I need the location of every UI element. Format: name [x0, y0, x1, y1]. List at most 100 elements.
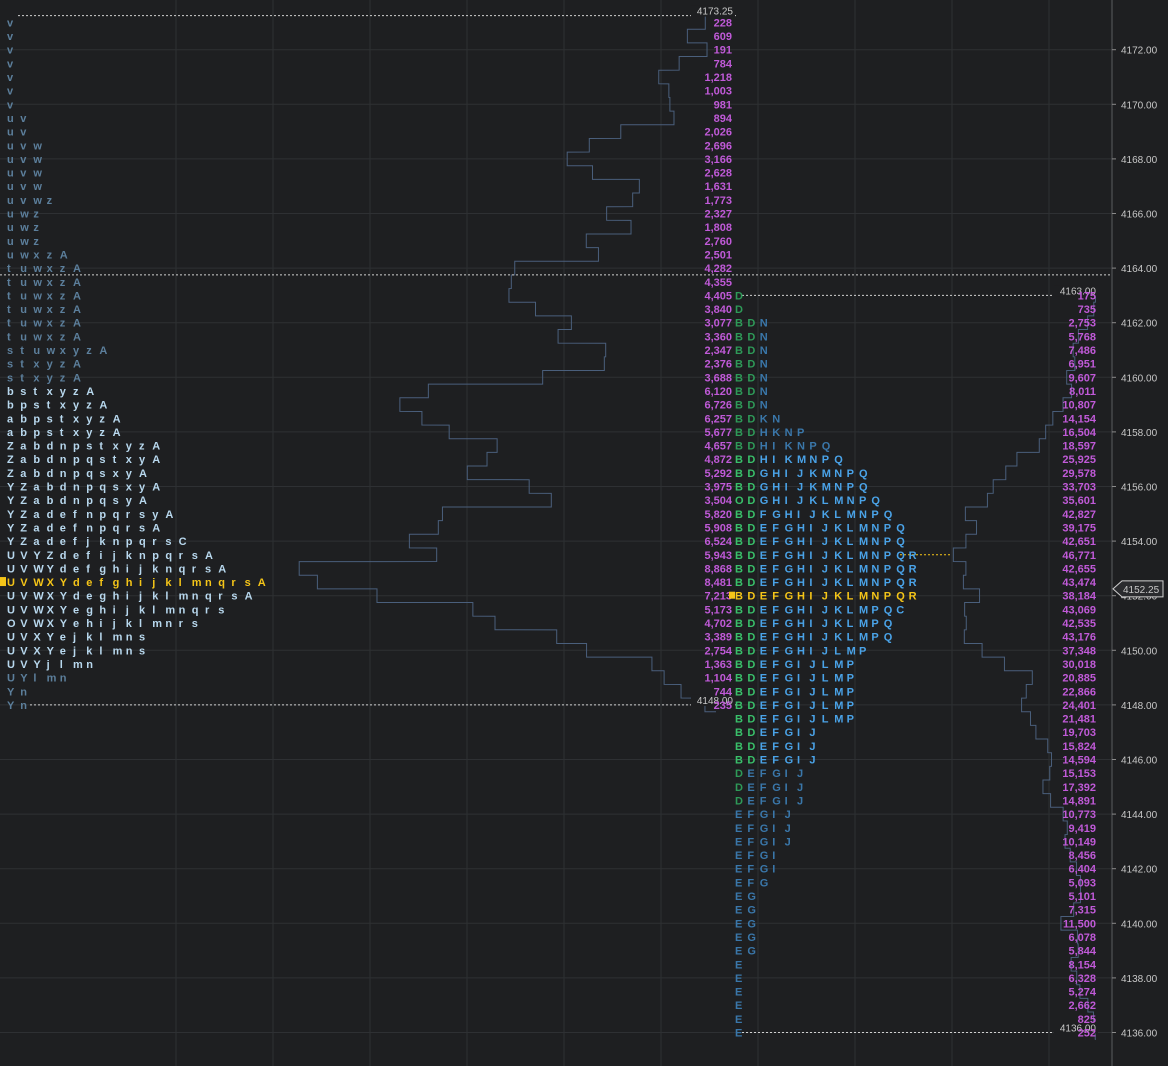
tpo-letter: Y: [7, 700, 15, 712]
tpo-letter: I: [797, 509, 800, 521]
tpo-letter: B: [735, 441, 743, 453]
tpo-letter: A: [86, 386, 94, 398]
tpo-letter: t: [20, 345, 24, 357]
volume-label: 11,500: [1063, 918, 1096, 930]
tpo-letter: J: [809, 509, 815, 521]
tpo-letter: Q: [896, 536, 905, 548]
tpo-letter: x: [126, 454, 133, 466]
tpo-letter: z: [86, 345, 92, 357]
tpo-letter: Y: [7, 509, 15, 521]
market-profile-chart[interactable]: 4173.254148.004163.004136.00 v 228v 609v 19…: [0, 0, 1168, 1066]
tpo-letter: r: [205, 604, 210, 616]
tpo-letter: d: [47, 536, 54, 548]
tpo-letter: U: [7, 604, 15, 616]
tpo-letter: D: [747, 618, 755, 630]
tpo-letter: D: [747, 400, 755, 412]
volume-label: 5,844: [1068, 946, 1096, 958]
tpo-letter: J: [822, 591, 828, 603]
tpo-letter: m: [47, 673, 57, 685]
tpo-letter: G: [785, 618, 794, 630]
volume-label: 17,392: [1062, 782, 1096, 794]
tpo-letter: s: [47, 413, 53, 425]
tpo-letter: B: [735, 386, 743, 398]
tpo-letter: E: [735, 932, 742, 944]
tpo-letter: L: [822, 495, 829, 507]
tpo-letter: V: [20, 563, 28, 575]
tpo-letter: t: [7, 331, 11, 343]
tpo-letter: B: [735, 673, 743, 685]
tpo-letter: U: [7, 563, 15, 575]
tpo-letter: D: [747, 495, 755, 507]
tpo-letter: e: [73, 550, 79, 562]
tpo-letter: n: [139, 550, 146, 562]
tpo-letter: u: [33, 345, 40, 357]
tpo-letter: J: [809, 700, 815, 712]
tpo-letter: K: [760, 413, 768, 425]
tpo-letter: G: [785, 522, 794, 534]
tpo-letter: D: [747, 427, 755, 439]
tpo-letter: z: [60, 277, 66, 289]
tpo-letter: M: [797, 454, 806, 466]
tpo-letter: A: [99, 400, 107, 412]
tpo-letter: B: [735, 727, 743, 739]
tpo-letter: G: [785, 686, 794, 698]
tpo-letter: D: [747, 441, 755, 453]
tpo-letter: B: [735, 318, 743, 330]
tpo-letter: E: [760, 522, 767, 534]
tpo-letter: M: [859, 522, 868, 534]
tpo-letter: U: [7, 550, 15, 562]
tpo-letter: J: [797, 495, 803, 507]
tpo-letter: u: [20, 318, 27, 330]
tpo-letter: v: [20, 113, 27, 125]
volume-label: 2,662: [1068, 1000, 1096, 1012]
tpo-letter: I: [785, 795, 788, 807]
tpo-letter: H: [785, 509, 793, 521]
tpo-letter: y: [86, 427, 93, 439]
tpo-letter: A: [152, 441, 160, 453]
tpo-letter: B: [735, 522, 743, 534]
volume-label: 735: [1078, 304, 1096, 316]
tpo-letter: x: [60, 345, 67, 357]
axis-tick-label: 4146.00: [1121, 756, 1158, 767]
volume-label: 8,011: [1069, 386, 1096, 398]
tpo-letter: u: [7, 236, 14, 248]
tpo-letter: I: [785, 782, 788, 794]
tpo-letter: g: [113, 577, 120, 589]
tpo-letter: z: [33, 222, 39, 234]
tpo-letter: K: [785, 454, 793, 466]
volume-label: 6,951: [1068, 359, 1096, 371]
tpo-letter: D: [747, 686, 755, 698]
tpo-letter: H: [760, 427, 768, 439]
tpo-letter: Y: [47, 632, 55, 644]
tpo-letter: G: [760, 864, 769, 876]
tpo-letter: b: [33, 441, 40, 453]
tpo-letter: G: [760, 836, 769, 848]
tpo-letter: A: [73, 372, 81, 384]
tpo-letter: x: [33, 359, 40, 371]
tpo-letter: q: [192, 604, 199, 616]
tpo-letter: D: [747, 509, 755, 521]
tpo-letter: N: [871, 563, 879, 575]
tpo-letter: L: [847, 563, 854, 575]
tpo-letter: a: [20, 468, 27, 480]
tpo-letter: y: [73, 345, 80, 357]
volume-label: 8,481: [704, 577, 732, 589]
tpo-letter: Z: [7, 454, 14, 466]
tpo-letter: I: [797, 741, 800, 753]
volume-label: 9,607: [1068, 372, 1096, 384]
tpo-letter: H: [772, 495, 780, 507]
tpo-letter: E: [760, 714, 767, 726]
tpo-letter: B: [735, 563, 743, 575]
tpo-letter: N: [871, 536, 879, 548]
tpo-letter: G: [747, 905, 756, 917]
tpo-letter: I: [809, 618, 812, 630]
volume-label: 6,328: [1068, 973, 1096, 985]
volume-label: 43,474: [1062, 577, 1097, 589]
volume-label: 42,535: [1062, 618, 1096, 630]
volume-label: 4,355: [704, 277, 732, 289]
tpo-letter: f: [99, 577, 103, 589]
tpo-letter: M: [822, 468, 831, 480]
tpo-letter: k: [126, 550, 133, 562]
tpo-letter: d: [60, 495, 67, 507]
tpo-letter: U: [7, 632, 15, 644]
